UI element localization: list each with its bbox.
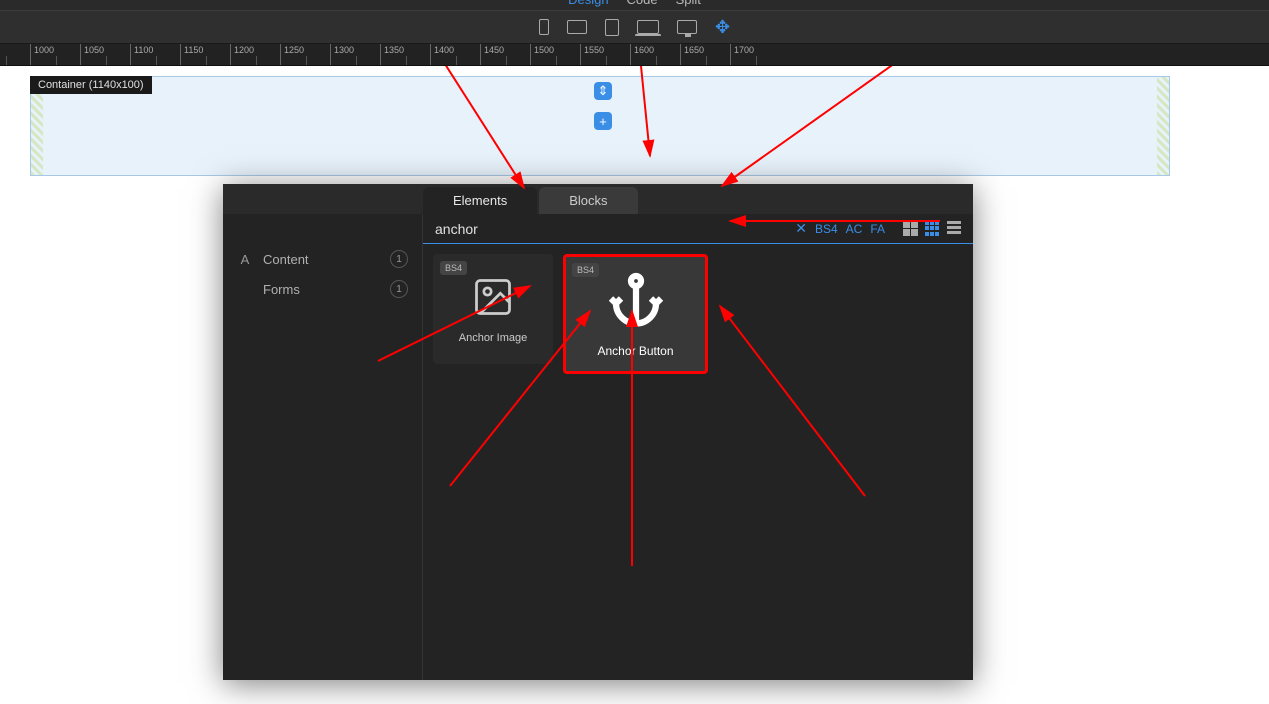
element-card-anchor-image[interactable]: BS4 Anchor Image bbox=[433, 254, 553, 364]
sidebar-item-forms[interactable]: Forms 1 bbox=[223, 274, 422, 304]
card-title: Anchor Image bbox=[459, 332, 527, 344]
move-icon[interactable]: ✥ bbox=[715, 17, 730, 38]
view-small-grid-icon[interactable] bbox=[925, 221, 941, 237]
insert-inside-button[interactable]: + bbox=[594, 112, 612, 130]
tab-blocks[interactable]: Blocks bbox=[539, 187, 637, 214]
sidebar-item-content[interactable]: A Content 1 bbox=[223, 244, 422, 274]
viewmode-design[interactable]: Design bbox=[568, 0, 608, 7]
sidebar-item-label: Content bbox=[263, 252, 309, 267]
view-large-grid-icon[interactable] bbox=[903, 221, 919, 237]
insert-before-button[interactable]: ⇕ bbox=[594, 82, 612, 100]
elements-grid: BS4 Anchor Image BS4 Anchor Button bbox=[423, 244, 973, 680]
tablet-landscape-icon[interactable] bbox=[567, 20, 587, 34]
filter-fa[interactable]: FA bbox=[870, 222, 885, 236]
category-icon: A bbox=[237, 252, 253, 267]
phone-icon[interactable] bbox=[539, 19, 549, 35]
sidebar-item-count: 1 bbox=[390, 280, 408, 298]
filter-ac[interactable]: AC bbox=[846, 222, 863, 236]
filter-bs4[interactable]: BS4 bbox=[815, 222, 838, 236]
desktop-icon[interactable] bbox=[677, 20, 697, 34]
card-title: Anchor Button bbox=[597, 344, 673, 358]
laptop-icon[interactable] bbox=[637, 20, 659, 34]
top-bar: Design Code Split bbox=[0, 0, 1269, 10]
device-bar: ✥ bbox=[0, 10, 1269, 44]
viewmode-split[interactable]: Split bbox=[676, 0, 701, 7]
framework-badge: BS4 bbox=[440, 261, 467, 275]
clear-search-button[interactable]: ✕ bbox=[795, 220, 807, 237]
anchor-icon bbox=[606, 271, 666, 336]
elements-panel: Elements Blocks A Content 1 Forms 1 ✕ BS4 AC… bbox=[223, 184, 973, 680]
tablet-portrait-icon[interactable] bbox=[605, 19, 619, 36]
image-icon bbox=[471, 275, 515, 324]
view-list-icon[interactable] bbox=[947, 221, 963, 237]
canvas[interactable]: Container (1140x100) ⇕ + Elements Blocks… bbox=[0, 66, 1269, 704]
search-row: ✕ BS4 AC FA bbox=[423, 214, 973, 244]
container-label: Container (1140x100) bbox=[30, 76, 152, 94]
sidebar-item-count: 1 bbox=[390, 250, 408, 268]
viewmode-code[interactable]: Code bbox=[627, 0, 658, 7]
element-card-anchor-button[interactable]: BS4 Anchor Button bbox=[563, 254, 708, 374]
sidebar-item-label: Forms bbox=[263, 282, 300, 297]
search-input[interactable] bbox=[433, 219, 787, 239]
tab-elements[interactable]: Elements bbox=[423, 187, 537, 214]
ruler: 5005506006507007508008509009501000105011… bbox=[0, 44, 1269, 66]
panel-sidebar: A Content 1 Forms 1 bbox=[223, 214, 423, 680]
framework-badge: BS4 bbox=[572, 263, 599, 277]
